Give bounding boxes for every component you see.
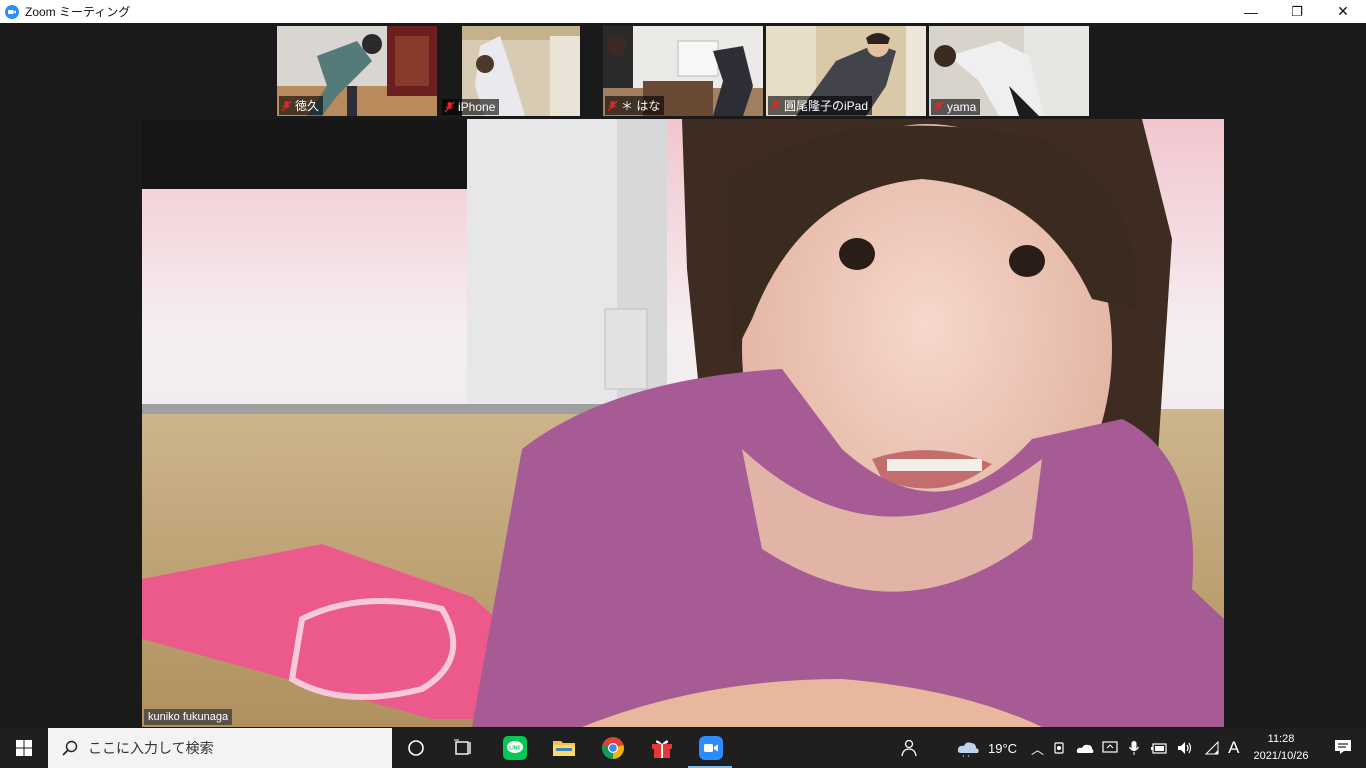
speaker-name-tag: kuniko fukunaga [144, 709, 233, 725]
minimize-button[interactable]: — [1228, 0, 1274, 23]
people-icon[interactable] [898, 738, 918, 758]
chrome-icon [602, 737, 624, 759]
start-button[interactable] [0, 728, 48, 768]
display-tray-icon[interactable] [1102, 740, 1118, 756]
participant-name-tag: ＊ はな [605, 96, 665, 115]
gift-app-button[interactable] [639, 728, 685, 768]
volume-icon[interactable] [1176, 740, 1194, 756]
title-bar: Zoom ミーティング — ❐ ✕ [0, 0, 1366, 23]
ime-indicator[interactable]: A [1228, 738, 1239, 758]
participant-strip: 徳久 iPhone ＊ はな 圓尾隆子のiPad yama [277, 26, 1089, 116]
window-title: Zoom ミーティング [25, 5, 131, 19]
participant-name: 圓尾隆子のiPad [784, 99, 869, 113]
clock-time: 11:28 [1267, 733, 1295, 745]
mic-muted-icon [444, 101, 455, 113]
participant-tile[interactable]: ＊ はな [603, 26, 763, 116]
zoom-logo-icon [5, 4, 19, 19]
clock-date: 2021/10/26 [1253, 750, 1309, 762]
weather-cloud-icon[interactable] [956, 738, 982, 758]
participant-tile[interactable]: 徳久 [277, 26, 437, 116]
zoom-app-button[interactable] [688, 728, 734, 768]
taskbar-search-box[interactable]: ここに入力して検索 [48, 728, 392, 768]
participant-tile[interactable]: yama [929, 26, 1089, 116]
participant-name-tag: yama [931, 99, 981, 115]
participant-name: iPhone [458, 100, 496, 114]
mic-muted-icon [281, 100, 292, 111]
participant-tile[interactable]: 圓尾隆子のiPad [766, 26, 926, 116]
chrome-button[interactable] [590, 728, 636, 768]
search-placeholder: ここに入力して検索 [88, 740, 214, 756]
meeting-area: 徳久 iPhone ＊ はな 圓尾隆子のiPad yama kuniko fuk… [0, 23, 1366, 728]
folder-icon [553, 741, 575, 756]
cortana-button[interactable] [393, 728, 439, 768]
participant-name: yama [947, 100, 977, 114]
participant-name-tag: 徳久 [279, 96, 324, 115]
taskbar-clock[interactable]: 11:28 2021/10/26 [1248, 731, 1314, 765]
microphone-icon[interactable] [1128, 740, 1140, 756]
action-center-button[interactable] [1334, 738, 1352, 761]
windows-taskbar: ここに入力して検索 LINE 19°C ︿ A 11:28 2021/10/26 [0, 728, 1366, 768]
mic-muted-icon [607, 100, 618, 111]
camera-tray-icon[interactable] [1052, 740, 1068, 756]
zoom-app-icon [699, 736, 723, 760]
line-app-icon: LINE [503, 736, 527, 760]
participant-name: ＊ はな [621, 99, 661, 113]
speaker-video-frame [142, 119, 1224, 727]
mic-muted-icon [770, 100, 781, 111]
wifi-icon[interactable] [1204, 740, 1220, 756]
onedrive-cloud-icon[interactable] [1076, 741, 1094, 755]
svg-text:LINE: LINE [509, 746, 521, 752]
line-app-button[interactable]: LINE [492, 728, 538, 768]
notification-icon [1335, 740, 1351, 754]
task-view-icon [454, 739, 471, 755]
cortana-circle-icon [408, 740, 424, 756]
windows-logo-icon [16, 740, 32, 756]
close-button[interactable]: ✕ [1320, 0, 1366, 23]
restore-button[interactable]: ❐ [1274, 0, 1320, 23]
participant-tile[interactable]: iPhone [440, 26, 600, 116]
file-explorer-button[interactable] [541, 728, 587, 768]
participant-name: 徳久 [295, 99, 320, 113]
task-view-button[interactable] [440, 728, 486, 768]
system-tray: 19°C ︿ A [898, 728, 1239, 768]
active-speaker-video [142, 119, 1224, 727]
participant-name-tag: iPhone [442, 99, 500, 115]
mic-muted-icon [933, 101, 944, 113]
weather-temperature[interactable]: 19°C [988, 741, 1017, 756]
search-icon [62, 740, 78, 756]
participant-name-tag: 圓尾隆子のiPad [768, 96, 873, 115]
gift-icon [652, 740, 672, 758]
battery-icon[interactable] [1150, 741, 1168, 755]
show-hidden-icons-chevron-icon[interactable]: ︿ [1031, 739, 1044, 758]
